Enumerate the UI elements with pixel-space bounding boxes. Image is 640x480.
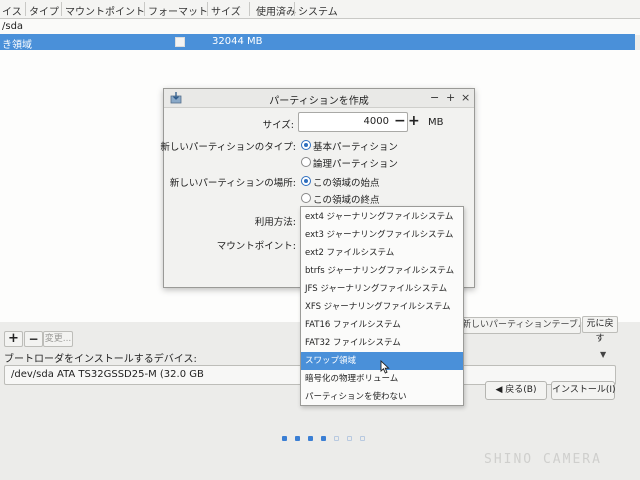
size-value: 4000	[363, 116, 389, 127]
type-logical-radio[interactable]	[301, 157, 311, 167]
option-jfs[interactable]: JFS ジャーナリングファイルシステム	[301, 280, 463, 298]
close-icon[interactable]: ×	[461, 91, 470, 104]
type-primary-label[interactable]: 基本パーティション	[313, 139, 398, 153]
bootloader-label: ブートローダをインストールするデバイス:	[4, 354, 197, 365]
use-as-label: 利用方法:	[254, 217, 296, 228]
col-type[interactable]: タイプ	[29, 3, 59, 18]
remove-partition-button[interactable]: −	[24, 331, 43, 347]
size-increase-button[interactable]: +	[408, 113, 420, 129]
option-ext4[interactable]: ext4 ジャーナリングファイルシステム	[301, 208, 463, 226]
table-row-device[interactable]: /sda	[0, 19, 640, 35]
col-used[interactable]: 使用済み	[256, 3, 296, 18]
mouse-cursor-icon	[380, 360, 390, 374]
add-partition-button[interactable]: +	[4, 331, 23, 347]
progress-dot	[321, 436, 326, 441]
size-decrease-button[interactable]: −	[394, 113, 406, 129]
col-mount-point[interactable]: マウントポイント	[65, 3, 145, 18]
location-end-label[interactable]: この領域の終点	[313, 192, 380, 206]
camera-watermark: SHINO CAMERA	[484, 452, 602, 467]
option-ext2[interactable]: ext2 ファイルシステム	[301, 244, 463, 262]
location-start-radio[interactable]	[301, 176, 311, 186]
new-partition-table-button[interactable]: 新しいパーティションテーブル...	[458, 317, 581, 334]
bootloader-device-value: /dev/sda ATA TS32GSSD25-M (32.0 GB	[11, 369, 204, 380]
partition-type-label: 新しいパーティションのタイプ:	[160, 142, 296, 153]
progress-dot	[334, 436, 339, 441]
option-do-not-use[interactable]: パーティションを使わない	[301, 388, 463, 406]
progress-dot	[360, 436, 365, 441]
col-device[interactable]: イス	[2, 3, 22, 18]
option-fat16[interactable]: FAT16 ファイルシステム	[301, 316, 463, 334]
free-space-name: き領域	[2, 40, 32, 51]
chevron-down-icon[interactable]: ▼	[600, 350, 606, 359]
location-end-radio[interactable]	[301, 193, 311, 203]
progress-dot	[295, 436, 300, 441]
table-row-free-space[interactable]: き領域 32044 MB	[0, 34, 635, 51]
dialog-title: パーティションを作成	[269, 96, 369, 107]
minimize-icon[interactable]: −	[430, 91, 439, 104]
partition-location-label: 新しいパーティションの場所:	[169, 178, 296, 189]
option-btrfs[interactable]: btrfs ジャーナリングファイルシステム	[301, 262, 463, 280]
progress-dot	[347, 436, 352, 441]
col-format[interactable]: フォーマット	[148, 3, 208, 18]
maximize-icon[interactable]: +	[446, 91, 455, 104]
option-ext3[interactable]: ext3 ジャーナリングファイルシステム	[301, 226, 463, 244]
revert-button[interactable]: 元に戻す	[582, 316, 618, 344]
size-label: サイズ:	[262, 120, 294, 131]
installer-screen: イス タイプ マウントポイント フォーマット サイズ 使用済み システム /sd…	[0, 0, 640, 480]
progress-dot	[282, 436, 287, 441]
location-start-label[interactable]: この領域の始点	[313, 175, 380, 189]
option-xfs[interactable]: XFS ジャーナリングファイルシステム	[301, 298, 463, 316]
free-space-size: 32044 MB	[212, 36, 263, 47]
change-partition-button[interactable]: 変更...	[43, 331, 73, 347]
option-fat32[interactable]: FAT32 ファイルシステム	[301, 334, 463, 352]
device-name: /sda	[2, 21, 24, 32]
type-primary-radio[interactable]	[301, 140, 311, 150]
back-button[interactable]: ◀ 戻る(B)	[485, 381, 547, 400]
partition-table-header: イス タイプ マウントポイント フォーマット サイズ 使用済み システム	[0, 0, 640, 19]
use-as-dropdown-list[interactable]: ext4 ジャーナリングファイルシステム ext3 ジャーナリングファイルシステ…	[300, 206, 464, 406]
install-button[interactable]: インストール(I)	[551, 381, 616, 400]
type-logical-label[interactable]: 論理パーティション	[313, 156, 398, 170]
size-unit: MB	[428, 117, 444, 128]
col-system[interactable]: システム	[298, 3, 338, 18]
dialog-titlebar[interactable]: パーティションを作成 − + ×	[164, 89, 474, 108]
size-input[interactable]: 4000 −	[298, 112, 408, 132]
mount-point-label: マウントポイント:	[216, 241, 296, 252]
format-checkbox[interactable]	[175, 37, 185, 47]
progress-dot	[308, 436, 313, 441]
col-size[interactable]: サイズ	[211, 3, 241, 18]
